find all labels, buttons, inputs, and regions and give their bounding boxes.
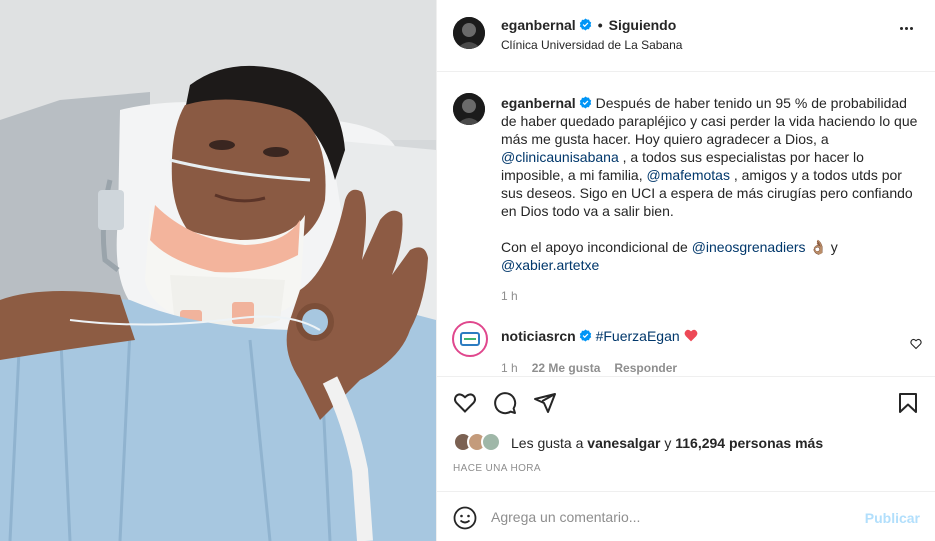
caption-paragraph: Con el apoyo incondicional de @ineosgren… xyxy=(501,238,921,274)
action-bar xyxy=(437,376,935,428)
post-caption: eganbernal Después de haber tenido un 95… xyxy=(501,94,921,274)
reply-button[interactable]: Responder xyxy=(614,361,677,375)
separator-dot: • xyxy=(597,17,603,33)
mention-link[interactable]: @ineosgrenadiers xyxy=(692,239,806,255)
author-line: eganbernal • Siguiendo xyxy=(501,17,676,33)
post-timestamp[interactable]: HACE UNA HORA xyxy=(453,463,541,474)
more-options-icon[interactable] xyxy=(900,27,918,33)
share-icon[interactable] xyxy=(533,391,557,415)
bookmark-icon[interactable] xyxy=(896,391,920,415)
verified-badge-icon xyxy=(579,95,592,109)
comment-time[interactable]: 1 h xyxy=(501,361,518,375)
commenter-avatar[interactable] xyxy=(452,321,488,357)
add-comment-bar: Publicar xyxy=(437,491,935,541)
comments-section[interactable]: eganbernal Después de haber tenido un 95… xyxy=(437,72,935,376)
mention-link[interactable]: @xabier.artetxe xyxy=(501,257,599,273)
post-comment-button[interactable]: Publicar xyxy=(865,510,920,526)
likes-prefix: Les gusta a xyxy=(511,435,584,451)
caption-text: Con el apoyo incondicional de xyxy=(501,239,692,255)
liker-username[interactable]: vanesalgar xyxy=(587,435,660,451)
post-image xyxy=(0,0,436,541)
comment-meta: 1 h 22 Me gusta Responder xyxy=(501,361,691,375)
caption-avatar[interactable] xyxy=(453,93,485,125)
red-heart-emoji-icon xyxy=(684,329,698,342)
caption-text: y xyxy=(826,239,838,255)
hashtag-link[interactable]: #FuerzaEgan xyxy=(596,328,680,344)
author-avatar[interactable] xyxy=(453,17,485,49)
likes-connector: y xyxy=(664,435,672,451)
comment-item: noticiasrcn #FuerzaEgan xyxy=(501,328,698,344)
post-details-panel: eganbernal • Siguiendo Clínica Universidad… xyxy=(436,0,935,541)
comment-icon[interactable] xyxy=(493,391,517,415)
commenter-username[interactable]: noticiasrcn xyxy=(501,328,576,344)
likes-text: Les gusta a vanesalgar y 116,294 persona… xyxy=(511,435,823,451)
post-photo[interactable] xyxy=(0,0,436,541)
liker-avatar xyxy=(481,432,501,452)
heart-icon[interactable] xyxy=(453,391,477,415)
caption-username[interactable]: eganbernal xyxy=(501,95,576,111)
caption-time[interactable]: 1 h xyxy=(501,289,518,303)
likes-count[interactable]: 116,294 personas más xyxy=(675,435,823,451)
mention-link[interactable]: @clinicaunisabana xyxy=(501,149,619,165)
verified-badge-icon xyxy=(579,18,592,31)
comment-like-count[interactable]: 22 Me gusta xyxy=(532,361,601,375)
author-username[interactable]: eganbernal xyxy=(501,17,576,33)
mention-link[interactable]: @mafemotas xyxy=(647,167,730,183)
verified-badge-icon xyxy=(579,329,592,342)
emoji-icon[interactable] xyxy=(453,506,477,530)
liker-avatars[interactable] xyxy=(453,432,505,454)
comment-like-heart-icon[interactable] xyxy=(910,337,922,350)
post-header: eganbernal • Siguiendo Clínica Universidad… xyxy=(437,0,935,72)
ok-hand-emoji: 👌🏽 xyxy=(809,239,827,255)
location-link[interactable]: Clínica Universidad de La Sabana xyxy=(501,38,682,52)
caption-meta: 1 h xyxy=(501,289,532,303)
following-button[interactable]: Siguiendo xyxy=(609,17,677,33)
comment-input[interactable] xyxy=(491,506,851,528)
